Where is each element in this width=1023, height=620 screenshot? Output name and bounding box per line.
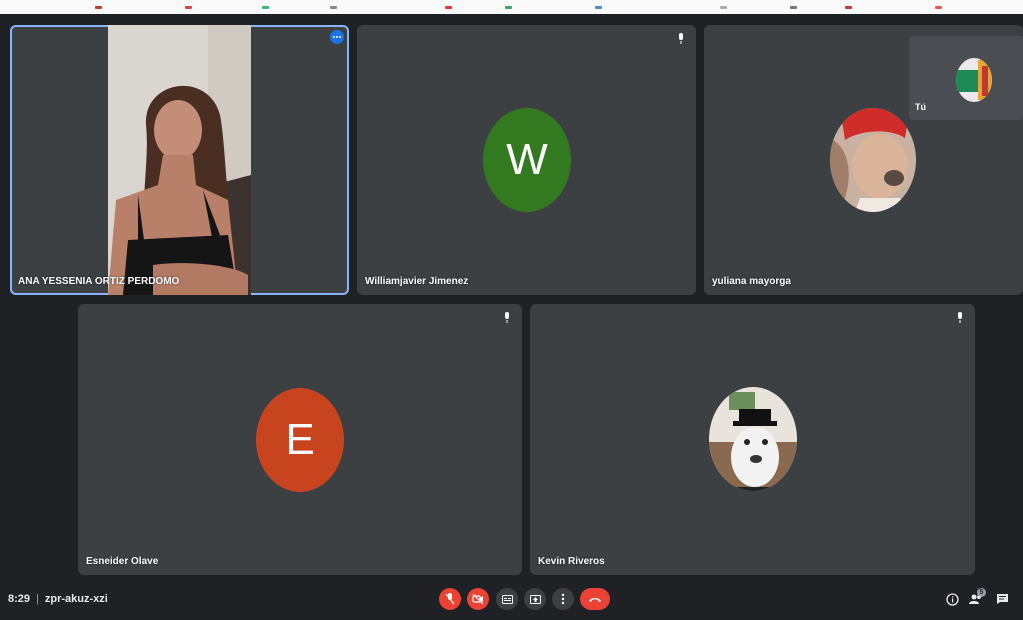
avatar: E bbox=[256, 388, 344, 492]
browser-top-strip bbox=[0, 0, 1023, 14]
present-icon bbox=[529, 594, 541, 604]
participant-tile-ana[interactable]: ANA YESSENIA ORTIZ PERDOMO bbox=[10, 25, 349, 295]
participant-name: yuliana mayorga bbox=[712, 276, 791, 287]
mic-off-icon bbox=[445, 593, 455, 605]
captions-button[interactable] bbox=[496, 588, 518, 610]
meeting-info: 8:29 | zpr-akuz-xzi bbox=[8, 593, 108, 605]
meeting-time: 8:29 bbox=[8, 593, 31, 605]
self-avatar bbox=[956, 58, 992, 102]
participant-name: Esneider Olave bbox=[86, 556, 159, 567]
meeting-code: zpr-akuz-xzi bbox=[44, 593, 108, 605]
participant-tile-yuliana[interactable]: Tú yuliana mayorga bbox=[704, 25, 1023, 295]
camera-off-icon bbox=[472, 594, 484, 604]
participants-button[interactable]: 5 bbox=[967, 588, 986, 608]
captions-icon bbox=[501, 594, 513, 604]
meeting-separator: | bbox=[36, 593, 39, 605]
leave-call-button[interactable] bbox=[580, 588, 610, 610]
mic-toggle-button[interactable] bbox=[439, 588, 461, 610]
participant-tile-william[interactable]: W Williamjavier Jimenez bbox=[357, 25, 696, 295]
more-vert-icon bbox=[561, 593, 565, 605]
person-photo-avatar bbox=[830, 108, 916, 212]
info-icon bbox=[945, 592, 959, 606]
self-view-label: Tú bbox=[915, 102, 926, 112]
meeting-controls-bar: 8:29 | zpr-akuz-xzi 5 bbox=[0, 580, 1023, 620]
participant-tile-kevin[interactable]: Kevin Riveros bbox=[530, 304, 975, 575]
participant-name: Williamjavier Jimenez bbox=[365, 276, 469, 287]
hangup-icon bbox=[589, 597, 601, 602]
meeting-details-button[interactable] bbox=[943, 590, 961, 608]
participant-tile-esneider[interactable]: E Esneider Olave bbox=[78, 304, 522, 575]
chat-button[interactable] bbox=[993, 590, 1011, 608]
dog-photo-avatar bbox=[709, 387, 797, 491]
mic-muted-icon bbox=[679, 33, 683, 44]
camera-toggle-button[interactable] bbox=[467, 588, 489, 610]
participant-name: Kevin Riveros bbox=[538, 556, 605, 567]
mic-muted-icon bbox=[505, 312, 509, 323]
participant-count-badge: 5 bbox=[977, 588, 986, 597]
participant-name: ANA YESSENIA ORTIZ PERDOMO bbox=[18, 276, 180, 287]
chat-icon bbox=[996, 594, 1008, 604]
more-options-icon[interactable] bbox=[330, 30, 344, 44]
participant-video bbox=[108, 25, 251, 295]
self-view[interactable]: Tú bbox=[909, 36, 1023, 120]
avatar: W bbox=[483, 108, 571, 212]
more-options-button[interactable] bbox=[552, 588, 574, 610]
mic-muted-icon bbox=[958, 312, 962, 323]
present-button[interactable] bbox=[524, 588, 546, 610]
